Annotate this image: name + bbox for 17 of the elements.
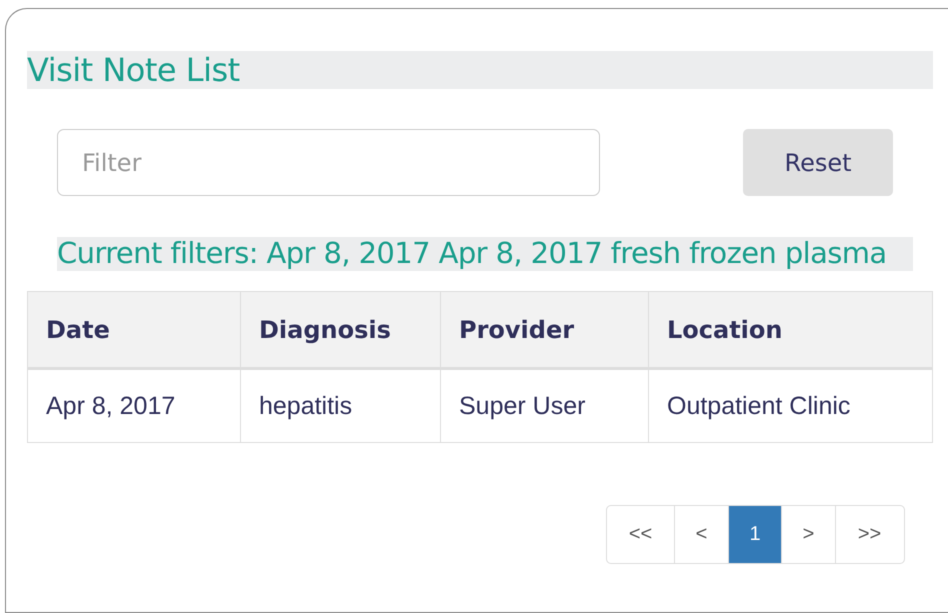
- page-button[interactable]: 1: [728, 505, 782, 564]
- page-button[interactable]: <: [674, 505, 729, 564]
- column-header[interactable]: Location: [648, 292, 932, 368]
- reset-button[interactable]: Reset: [743, 129, 893, 196]
- column-header[interactable]: Date: [28, 292, 240, 368]
- table-cell: Super User: [440, 368, 648, 442]
- table-cell: Apr 8, 2017: [28, 368, 240, 442]
- column-header[interactable]: Diagnosis: [240, 292, 440, 368]
- current-filters: Current filters: Apr 8, 2017 Apr 8, 2017 fresh frozen plasma: [57, 237, 913, 271]
- page-button[interactable]: <<: [606, 505, 676, 564]
- page-button[interactable]: >: [781, 505, 836, 564]
- page-button[interactable]: >>: [834, 505, 904, 564]
- page-title: Visit Note List: [27, 51, 933, 89]
- filter-field[interactable]: Filter: [57, 129, 600, 196]
- table-cell: Outpatient Clinic: [648, 368, 932, 442]
- table-cell: hepatitis: [240, 368, 440, 442]
- column-header[interactable]: Provider: [440, 292, 648, 368]
